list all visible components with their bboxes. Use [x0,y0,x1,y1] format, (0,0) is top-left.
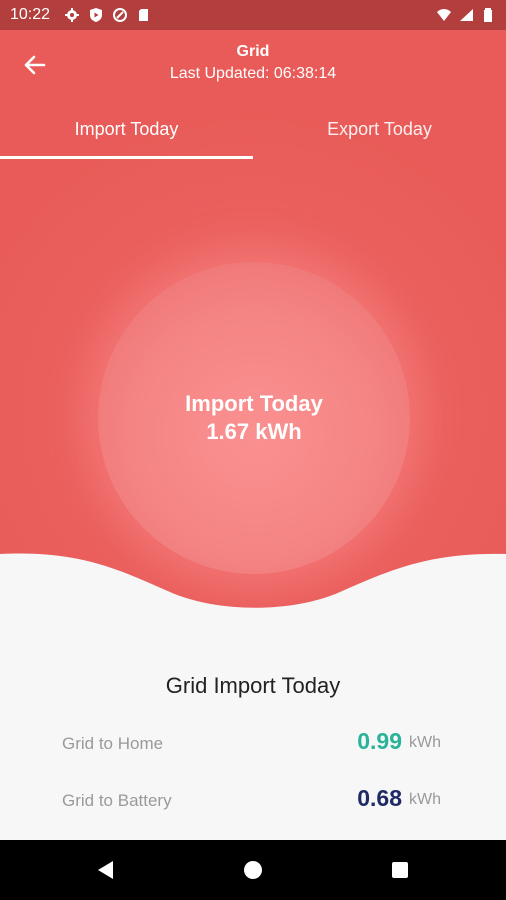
last-updated-text: Last Updated: 06:38:14 [169,65,337,82]
play-protect-icon [90,8,103,22]
row-unit: kWh [409,791,441,808]
status-time: 10:22 [10,6,51,23]
data-saver-icon [113,8,128,22]
tab-export-today[interactable]: Export Today [253,103,506,159]
recents-square-icon[interactable] [388,858,412,882]
row-value: 0.99 [357,728,402,754]
tab-bar: Import Today Export Today [0,103,506,159]
gear-icon [65,8,80,22]
status-bar: 10:22 [0,0,506,30]
import-summary-panel: Grid Import Today Grid to Home 0.99 kWh … [0,640,506,840]
row-unit: kWh [409,734,441,751]
tab-import-today[interactable]: Import Today [0,103,253,159]
grid-to-home-row: Grid to Home 0.99 kWh [0,728,506,758]
system-nav-bar [0,840,506,900]
bubble-value: 1.67 kWh [206,419,302,444]
signal-icon [460,9,473,21]
battery-icon [484,8,492,22]
wave-divider [0,553,506,650]
row-value: 0.68 [357,785,402,811]
sd-card-icon [139,9,149,21]
back-triangle-icon[interactable] [94,858,118,882]
row-label: Grid to Home [62,734,164,753]
bubble-text: Import Today 1.67 kWh [98,390,410,446]
home-circle-icon[interactable] [241,858,265,882]
row-label: Grid to Battery [62,791,172,810]
wifi-icon [437,9,451,21]
app-header: Grid Last Updated: 06:38:14 [0,30,506,94]
bubble-label: Import Today [185,391,323,416]
page-title: Grid [236,43,270,60]
panel-title: Grid Import Today [165,673,341,698]
grid-to-battery-row: Grid to Battery 0.68 kWh [0,785,506,815]
